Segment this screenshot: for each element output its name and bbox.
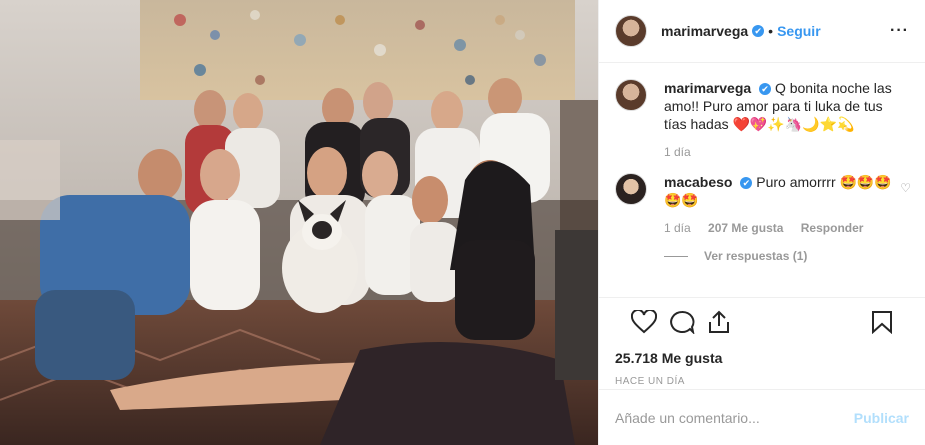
post-header: marimarvega ✔ • Seguir ···	[599, 0, 925, 63]
comment-text: macabeso ✔ Puro amorrrr 🤩🤩🤩🤩🤩	[664, 173, 904, 209]
comment-meta: 1 día	[664, 145, 913, 159]
author-avatar[interactable]	[615, 15, 647, 47]
save-bookmark-icon[interactable]	[871, 310, 893, 334]
post-time-ago[interactable]: HACE UN DÍA	[615, 376, 909, 387]
comments-list[interactable]: marimarvega ✔ Q bonita noche las amo!! P…	[615, 79, 913, 297]
comment-time[interactable]: 1 día	[664, 221, 691, 235]
comment-username[interactable]: marimarvega	[664, 80, 751, 96]
comment-likes[interactable]: 207 Me gusta	[708, 221, 783, 235]
likes-count[interactable]: 25.718 Me gusta	[615, 350, 909, 366]
follow-button[interactable]: Seguir	[777, 23, 821, 39]
action-icons	[615, 308, 909, 338]
comment-text: marimarvega ✔ Q bonita noche las amo!! P…	[664, 79, 904, 133]
comment-time[interactable]: 1 día	[664, 145, 691, 159]
comment-username[interactable]: macabeso	[664, 174, 732, 190]
author-username[interactable]: marimarvega	[661, 23, 748, 39]
comment-bubble-icon[interactable]	[669, 310, 695, 334]
comment-input[interactable]	[615, 409, 854, 426]
comment-avatar[interactable]	[615, 79, 647, 111]
view-replies-button[interactable]: Ver respuestas (1)	[664, 249, 913, 263]
publish-button[interactable]: Publicar	[854, 410, 909, 426]
verified-badge-icon: ✔	[752, 25, 765, 37]
post-actions: 25.718 Me gusta HACE UN DÍA	[599, 297, 925, 387]
verified-badge-icon: ✔	[740, 177, 753, 190]
instagram-post: marimarvega ✔ • Seguir ··· marimarvega ✔…	[0, 0, 925, 445]
like-heart-icon[interactable]	[631, 310, 657, 334]
post-photo[interactable]	[0, 0, 598, 445]
like-comment-heart-icon[interactable]: ♡	[900, 181, 911, 195]
replies-divider-line	[664, 255, 688, 257]
share-icon[interactable]	[707, 310, 731, 334]
comment-meta: 1 día 207 Me gusta Responder	[664, 221, 913, 235]
view-replies-label: Ver respuestas (1)	[704, 249, 808, 263]
comment-item: macabeso ✔ Puro amorrrr 🤩🤩🤩🤩🤩 ♡	[615, 173, 913, 209]
add-comment-bar: Publicar	[599, 389, 925, 445]
reply-button[interactable]: Responder	[801, 221, 864, 235]
comment-avatar[interactable]	[615, 173, 647, 205]
post-side-panel: marimarvega ✔ • Seguir ··· marimarvega ✔…	[598, 0, 925, 445]
more-options-icon[interactable]: ···	[890, 22, 909, 40]
separator-dot: •	[768, 23, 774, 39]
verified-badge-icon: ✔	[759, 83, 772, 96]
comment-item: marimarvega ✔ Q bonita noche las amo!! P…	[615, 79, 913, 133]
